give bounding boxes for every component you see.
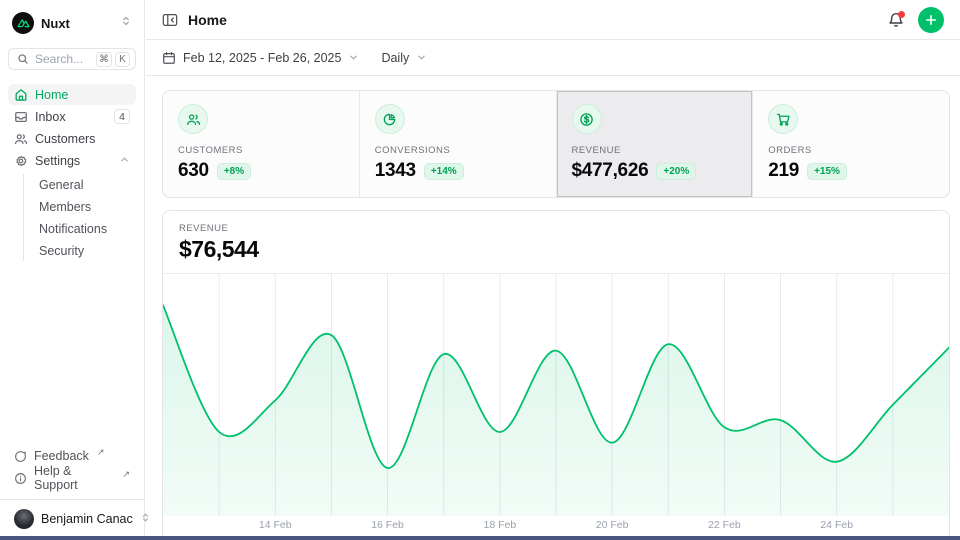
stat-card-conversions[interactable]: CONVERSIONS 1343 +14% — [359, 91, 556, 197]
stat-delta-badge: +15% — [807, 163, 847, 180]
search-placeholder: Search... — [35, 52, 90, 66]
sidebar-item-settings[interactable]: Settings — [8, 150, 136, 171]
user-menu[interactable]: Benjamin Canac — [8, 506, 136, 532]
chevron-up-icon — [119, 154, 130, 168]
users-icon — [178, 104, 208, 134]
filters-toolbar: Feb 12, 2025 - Feb 26, 2025 Daily — [146, 40, 960, 76]
inbox-count-badge: 4 — [114, 109, 130, 124]
feedback-label: Feedback — [34, 449, 89, 463]
stat-card-customers[interactable]: CUSTOMERS 630 +8% — [163, 91, 359, 197]
top-header: Home — [146, 0, 960, 40]
x-axis-tick-label: 24 Feb — [807, 519, 867, 531]
page-title: Home — [188, 12, 227, 28]
stat-card-revenue[interactable]: REVENUE $477,626 +20% — [556, 91, 753, 197]
stat-delta-badge: +20% — [656, 163, 696, 180]
stat-label: ORDERS — [768, 145, 934, 156]
sidebar-nav: Home Inbox 4 Customers Settings — [8, 84, 136, 262]
search-icon — [17, 53, 29, 65]
inbox-icon — [14, 110, 28, 124]
stat-label: CONVERSIONS — [375, 145, 541, 156]
stat-label: CUSTOMERS — [178, 145, 344, 156]
chart-metric-label: REVENUE — [179, 223, 933, 234]
user-name: Benjamin Canac — [41, 512, 133, 526]
stat-delta-badge: +14% — [424, 163, 464, 180]
chart-header: REVENUE $76,544 — [163, 211, 949, 274]
sidebar-item-notifications[interactable]: Notifications — [35, 218, 136, 239]
bottom-edge-strip — [0, 536, 960, 540]
notifications-button[interactable] — [888, 12, 904, 28]
workspace-switcher[interactable]: Nuxt — [8, 10, 136, 36]
cart-icon — [768, 104, 798, 134]
help-support-link[interactable]: Help & Support ↗ — [8, 467, 136, 489]
sidebar-item-customers[interactable]: Customers — [8, 128, 136, 149]
header-actions — [888, 7, 944, 33]
sidebar-item-label: Settings — [35, 154, 112, 168]
sidebar-divider — [0, 499, 144, 500]
user-avatar — [14, 509, 34, 529]
stat-value: 219 — [768, 160, 799, 182]
sidebar-item-general[interactable]: General — [35, 174, 136, 195]
sidebar-item-members[interactable]: Members — [35, 196, 136, 217]
workspace-name: Nuxt — [41, 16, 113, 31]
home-icon — [14, 88, 28, 102]
stat-delta-badge: +8% — [217, 163, 251, 180]
stat-label: REVENUE — [572, 145, 738, 156]
stat-card-orders[interactable]: ORDERS 219 +15% — [752, 91, 949, 197]
sidebar-item-label: Inbox — [35, 110, 107, 124]
main-area: Home Feb 12, 2025 - Feb 26, 2025 — [146, 0, 960, 540]
sidebar: Nuxt Search... ⌘K Home — [0, 0, 145, 540]
sidebar-item-home[interactable]: Home — [8, 84, 136, 105]
chevron-down-icon — [348, 52, 359, 63]
chart-metric-value: $76,544 — [179, 236, 933, 263]
sidebar-collapse-button[interactable] — [162, 12, 178, 28]
search-shortcut: ⌘K — [96, 52, 130, 67]
sidebar-footer: Feedback ↗ Help & Support ↗ — [8, 445, 136, 489]
chevron-down-icon — [416, 52, 427, 63]
stat-value: 1343 — [375, 160, 416, 182]
kbd-cmd: ⌘ — [96, 52, 112, 67]
notification-dot — [898, 11, 905, 18]
dashboard-app: Nuxt Search... ⌘K Home — [0, 0, 960, 540]
date-range-picker[interactable]: Feb 12, 2025 - Feb 26, 2025 — [162, 51, 359, 65]
x-axis-tick-label: 20 Feb — [582, 519, 642, 531]
gear-icon — [14, 154, 28, 168]
add-button[interactable] — [918, 7, 944, 33]
sidebar-item-inbox[interactable]: Inbox 4 — [8, 106, 136, 127]
chart-x-axis: 14 Feb 16 Feb 18 Feb 20 Feb 22 Feb 24 Feb — [163, 516, 949, 536]
chat-bubble-icon — [14, 450, 27, 463]
info-circle-icon — [14, 472, 27, 485]
date-range-value: Feb 12, 2025 - Feb 26, 2025 — [183, 51, 341, 65]
revenue-chart-card: REVENUE $76,544 14 Feb 16 Feb 18 Feb 20 Feb… — [162, 210, 950, 540]
sidebar-item-label: Customers — [35, 132, 130, 146]
calendar-icon — [162, 51, 176, 65]
dollar-icon — [572, 104, 602, 134]
chart-plot-area[interactable] — [163, 274, 949, 516]
granularity-select[interactable]: Daily — [381, 51, 427, 65]
settings-submenu: General Members Notifications Security — [23, 174, 136, 261]
granularity-value: Daily — [381, 51, 409, 65]
sidebar-item-label: Home — [35, 88, 130, 102]
stat-value: 630 — [178, 160, 209, 182]
content-area: CUSTOMERS 630 +8% CONVERSIONS 1343 +14% — [146, 77, 960, 540]
help-support-label: Help & Support — [34, 464, 114, 492]
sidebar-spacer — [0, 262, 144, 445]
chevron-updown-icon — [120, 14, 132, 32]
users-icon — [14, 132, 28, 146]
x-axis-tick-label: 14 Feb — [245, 519, 305, 531]
external-link-icon: ↗ — [122, 469, 130, 480]
kbd-k: K — [115, 52, 130, 67]
revenue-chart-svg — [163, 274, 949, 516]
sidebar-item-security[interactable]: Security — [35, 240, 136, 261]
nuxt-logo-icon — [12, 12, 34, 34]
pie-icon — [375, 104, 405, 134]
stat-value: $477,626 — [572, 160, 649, 182]
x-axis-tick-label: 16 Feb — [358, 519, 418, 531]
stats-row: CUSTOMERS 630 +8% CONVERSIONS 1343 +14% — [162, 90, 950, 198]
x-axis-tick-label: 22 Feb — [694, 519, 754, 531]
search-input[interactable]: Search... ⌘K — [8, 48, 136, 70]
x-axis-tick-label: 18 Feb — [470, 519, 530, 531]
external-link-icon: ↗ — [97, 447, 105, 458]
